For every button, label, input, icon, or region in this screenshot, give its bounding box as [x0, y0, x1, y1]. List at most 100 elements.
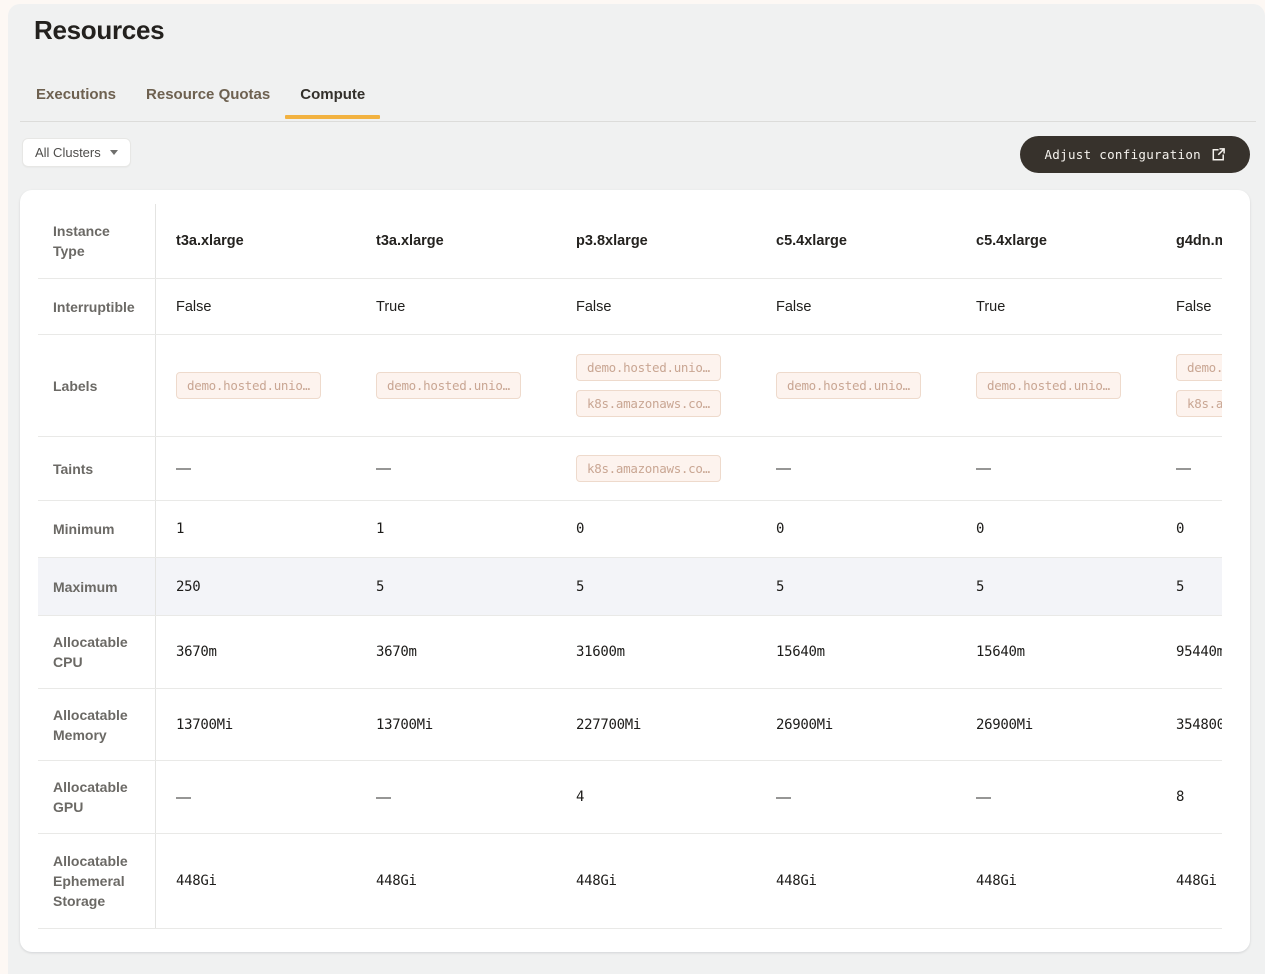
allocatable_ephemeral_storage-value: 448Gi — [176, 873, 217, 889]
interruptible-value: False — [776, 299, 811, 315]
cell-allocatable_ephemeral_storage-col1: 448Gi — [156, 834, 356, 928]
empty-value-dash: — — [976, 460, 991, 477]
cell-labels-col3: demo.hosted.unio…k8s.amazonaws.co… — [556, 335, 756, 436]
interruptible-value: True — [976, 299, 1005, 315]
cell-interruptible-col4: False — [756, 279, 956, 334]
row-label-text: Interruptible — [53, 297, 145, 317]
table-row-maximum: Maximum25055555 — [38, 558, 1222, 616]
allocatable_cpu-value: 31600m — [576, 644, 625, 660]
row-label-allocatable_memory: Allocatable Memory — [38, 689, 156, 760]
cell-minimum-col1: 1 — [156, 501, 356, 557]
tab-resource-quotas[interactable]: Resource Quotas — [131, 84, 285, 119]
chip-stack: demo.hosted.unio… — [776, 372, 921, 399]
label-chip: k8s.amazonaws.co… — [1176, 390, 1222, 417]
maximum-value: 5 — [376, 579, 384, 595]
cell-allocatable_cpu-col4: 15640m — [756, 616, 956, 688]
tab-executions[interactable]: Executions — [21, 84, 131, 119]
interruptible-value: False — [1176, 299, 1211, 315]
cell-taints-col6: — — [1156, 437, 1222, 500]
minimum-value: 1 — [376, 521, 384, 537]
cell-maximum-col3: 5 — [556, 558, 756, 615]
cell-instance_type-col5: c5.4xlarge — [956, 204, 1156, 278]
row-label-text: Maximum — [53, 577, 145, 597]
external-link-icon — [1211, 147, 1226, 162]
minimum-value: 0 — [776, 521, 784, 537]
cell-interruptible-col5: True — [956, 279, 1156, 334]
chip-stack: demo.hosted.unio… — [976, 372, 1121, 399]
cell-allocatable_cpu-col2: 3670m — [356, 616, 556, 688]
row-label-allocatable_cpu: Allocatable CPU — [38, 616, 156, 688]
allocatable_cpu-value: 3670m — [376, 644, 417, 660]
allocatable_memory-value: 26900Mi — [776, 717, 833, 733]
adjust-configuration-button[interactable]: Adjust configuration — [1020, 136, 1250, 173]
allocatable_memory-value: 354800Mi — [1176, 717, 1222, 733]
cell-allocatable_cpu-col1: 3670m — [156, 616, 356, 688]
empty-value-dash: — — [176, 460, 191, 477]
table-row-allocatable_cpu: Allocatable CPU 3670m 3670m 31600m 15640m 156… — [38, 616, 1222, 689]
allocatable_memory-value: 26900Mi — [976, 717, 1033, 733]
cell-maximum-col2: 5 — [356, 558, 556, 615]
cell-allocatable_memory-col4: 26900Mi — [756, 689, 956, 760]
table-row-allocatable_ephemeral_storage: Allocatable Ephemeral Storage448Gi448Gi4… — [38, 834, 1222, 929]
cell-maximum-col5: 5 — [956, 558, 1156, 615]
cluster-filter-select[interactable]: All Clusters — [22, 138, 131, 167]
cell-minimum-col5: 0 — [956, 501, 1156, 557]
cell-allocatable_memory-col1: 13700Mi — [156, 689, 356, 760]
cell-instance_type-col4: c5.4xlarge — [756, 204, 956, 278]
resources-panel: Resources ExecutionsResource QuotasCompu… — [8, 4, 1265, 974]
row-label-text: Allocatable Memory — [53, 705, 145, 745]
cell-allocatable_memory-col3: 227700Mi — [556, 689, 756, 760]
cell-interruptible-col3: False — [556, 279, 756, 334]
compute-table-card: Instance Typet3a.xlarget3a.xlargep3.8xla… — [20, 190, 1250, 952]
cell-interruptible-col1: False — [156, 279, 356, 334]
minimum-value: 0 — [576, 521, 584, 537]
row-label-minimum: Minimum — [38, 501, 156, 557]
cell-interruptible-col6: False — [1156, 279, 1222, 334]
label-chip: demo.hosted.unio… — [1176, 354, 1222, 381]
maximum-value: 250 — [176, 579, 200, 595]
tab-bar: ExecutionsResource QuotasCompute — [21, 84, 380, 119]
label-chip: demo.hosted.unio… — [176, 372, 321, 399]
cell-allocatable_gpu-col2: — — [356, 761, 556, 833]
cell-allocatable_memory-col6: 354800Mi — [1156, 689, 1222, 760]
cell-allocatable_gpu-col3: 4 — [556, 761, 756, 833]
instance_type-value: c5.4xlarge — [776, 233, 847, 249]
chip-stack: demo.hosted.unio…k8s.amazonaws.co… — [576, 354, 721, 417]
cell-allocatable_gpu-col1: — — [156, 761, 356, 833]
cell-allocatable_ephemeral_storage-col4: 448Gi — [756, 834, 956, 928]
allocatable_ephemeral_storage-value: 448Gi — [376, 873, 417, 889]
allocatable_ephemeral_storage-value: 448Gi — [976, 873, 1017, 889]
row-label-text: Labels — [53, 376, 145, 396]
cell-labels-col4: demo.hosted.unio… — [756, 335, 956, 436]
row-label-maximum: Maximum — [38, 558, 156, 615]
instance_type-value: g4dn.metal — [1176, 233, 1222, 249]
row-label-text: Allocatable GPU — [53, 777, 145, 817]
tab-compute[interactable]: Compute — [285, 84, 380, 119]
allocatable_gpu-value: 4 — [576, 789, 584, 805]
cell-allocatable_ephemeral_storage-col2: 448Gi — [356, 834, 556, 928]
cell-minimum-col4: 0 — [756, 501, 956, 557]
maximum-value: 5 — [976, 579, 984, 595]
cell-minimum-col2: 1 — [356, 501, 556, 557]
chip-stack: k8s.amazonaws.co… — [576, 455, 721, 482]
adjust-configuration-label: Adjust configuration — [1044, 147, 1201, 162]
cell-minimum-col6: 0 — [1156, 501, 1222, 557]
label-chip: demo.hosted.unio… — [976, 372, 1121, 399]
cell-allocatable_ephemeral_storage-col6: 448Gi — [1156, 834, 1222, 928]
cell-allocatable_cpu-col5: 15640m — [956, 616, 1156, 688]
empty-value-dash: — — [376, 460, 391, 477]
allocatable_cpu-value: 15640m — [976, 644, 1025, 660]
cell-taints-col3: k8s.amazonaws.co… — [556, 437, 756, 500]
interruptible-value: False — [576, 299, 611, 315]
row-label-instance_type: Instance Type — [38, 204, 156, 278]
allocatable_cpu-value: 15640m — [776, 644, 825, 660]
minimum-value: 0 — [1176, 521, 1184, 537]
empty-value-dash: — — [176, 789, 191, 806]
chip-stack: demo.hosted.unio… — [176, 372, 321, 399]
table-scroll-area[interactable]: Instance Typet3a.xlarget3a.xlargep3.8xla… — [38, 204, 1222, 929]
instance_type-value: t3a.xlarge — [176, 233, 244, 249]
label-chip: demo.hosted.unio… — [776, 372, 921, 399]
row-label-text: Allocatable CPU — [53, 632, 145, 672]
tab-bar-divider — [20, 121, 1256, 122]
cell-instance_type-col6: g4dn.metal — [1156, 204, 1222, 278]
